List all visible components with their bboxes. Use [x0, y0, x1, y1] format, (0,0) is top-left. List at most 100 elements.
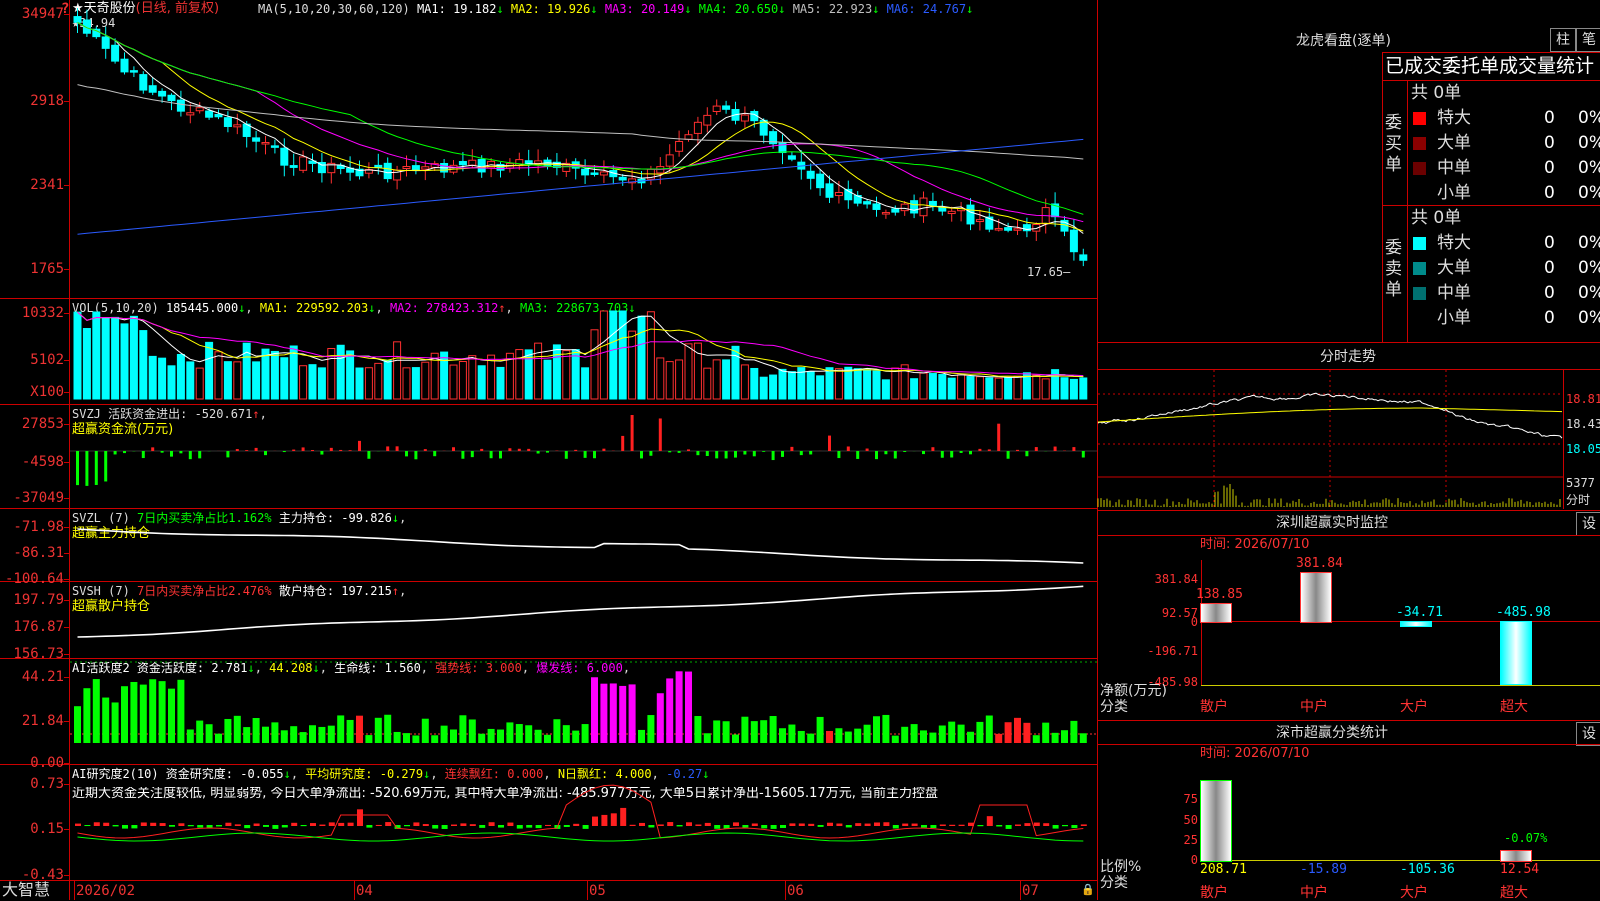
axis-tick-label: -37049	[2, 491, 64, 505]
research-bar	[883, 822, 889, 826]
svsh-chart[interactable]	[70, 582, 1097, 658]
order-percent: 0%	[1578, 135, 1600, 152]
order-percent: 0%	[1578, 310, 1600, 327]
monitor-category: 超大	[1500, 700, 1528, 714]
price-chart[interactable]	[70, 0, 1097, 298]
flow-bar	[339, 450, 342, 451]
activity-bar	[168, 689, 175, 743]
stat-title: 已成交委托单成交量统计	[1385, 57, 1594, 76]
monitor-settings-button[interactable]: 设	[1576, 512, 1600, 536]
research-bar	[348, 823, 354, 826]
ai-active-chart[interactable]	[70, 659, 1097, 764]
volume-bar	[760, 377, 767, 399]
flow-bar	[696, 451, 699, 455]
research-bar	[846, 825, 852, 827]
candle	[939, 208, 946, 212]
longhu-title: 龙虎看盘(逐单)	[1296, 34, 1391, 48]
activity-bar	[976, 722, 983, 743]
volume-bar	[958, 375, 965, 399]
research-bar	[489, 822, 495, 826]
candle	[535, 161, 542, 163]
volume-bar	[572, 350, 579, 399]
volume-bar	[337, 345, 344, 399]
ma6-line	[78, 139, 1084, 234]
axis-tick	[64, 721, 69, 722]
axis-tick-label: X100	[2, 385, 64, 399]
volume-bar	[271, 351, 278, 399]
monitor-bar-value: -34.71	[1396, 606, 1443, 619]
class-settings-button[interactable]: 设	[1576, 722, 1600, 746]
candle	[177, 100, 184, 111]
activity-bar	[694, 716, 701, 743]
volume-bar	[196, 368, 203, 399]
activity-bar	[779, 728, 786, 743]
flow-bar	[142, 451, 145, 458]
research-bar	[639, 823, 645, 826]
flow-bar	[292, 450, 295, 451]
volume-bar	[93, 312, 100, 399]
lock-icon[interactable]: 🔒	[1081, 884, 1095, 895]
tick-view-button[interactable]: 笔	[1576, 28, 1600, 52]
flow-bar	[621, 436, 624, 451]
activity-bar	[290, 726, 297, 743]
monitor-bar	[1200, 603, 1232, 623]
research-bar	[470, 824, 476, 826]
order-color-swatch	[1413, 162, 1426, 175]
axis-tick-label: 27853	[2, 417, 64, 431]
monitor-axis-label: 0	[1128, 616, 1198, 628]
volume-bar	[318, 368, 325, 399]
activity-bar	[525, 725, 532, 743]
bar-view-button[interactable]: 柱	[1550, 28, 1576, 52]
ai-research-chart[interactable]	[70, 765, 1097, 880]
research-bar	[1081, 824, 1087, 826]
candle	[666, 155, 673, 166]
axis-tick	[64, 677, 69, 678]
research-bar	[630, 825, 636, 826]
volume-bar	[939, 375, 946, 399]
class-category-label: 分类	[1100, 876, 1128, 890]
flow-bar	[602, 449, 605, 451]
activity-bar	[920, 730, 927, 743]
order-color-swatch	[1413, 312, 1426, 325]
activity-bar	[384, 715, 391, 743]
research-bar	[404, 825, 410, 826]
research-bar	[752, 823, 758, 826]
order-count: 0	[1544, 260, 1555, 277]
flow-bar	[114, 451, 117, 454]
candle	[676, 141, 683, 151]
flow-bar	[95, 451, 98, 485]
candle	[196, 108, 203, 111]
axis-tick-label: -86.31	[2, 546, 64, 560]
candle	[976, 220, 983, 222]
flow-bar	[1082, 451, 1085, 458]
volume-bar	[638, 316, 645, 399]
brand-label: 大智慧	[2, 882, 50, 898]
svzl-chart[interactable]	[70, 509, 1097, 581]
flow-bar	[405, 451, 408, 456]
candle	[967, 205, 974, 224]
research-bar	[94, 822, 100, 826]
volume-bar	[262, 349, 269, 399]
activity-bar	[544, 735, 551, 743]
volume-bar	[140, 331, 147, 399]
candle	[685, 135, 692, 140]
research-bar	[150, 823, 156, 826]
candle	[478, 159, 485, 172]
candle	[741, 115, 748, 121]
class-axis-label: 25	[1170, 834, 1198, 846]
volume-chart[interactable]	[70, 299, 1097, 404]
svzj-chart[interactable]	[70, 405, 1097, 508]
research-bar	[272, 825, 278, 829]
order-size-label: 特大	[1437, 235, 1471, 252]
flow-bar	[997, 424, 1000, 451]
axis-tick-label: 44.21	[2, 670, 64, 684]
flow-bar	[875, 451, 878, 459]
flow-bar	[236, 449, 239, 451]
monitor-bar-value: 138.85	[1196, 588, 1243, 601]
candle	[591, 173, 598, 175]
volume-bar	[290, 346, 297, 399]
intraday-chart[interactable]	[1098, 370, 1563, 509]
avg-research-line	[78, 833, 1084, 841]
volume-bar	[676, 360, 683, 399]
class-bar-value: 12.54	[1500, 863, 1539, 876]
